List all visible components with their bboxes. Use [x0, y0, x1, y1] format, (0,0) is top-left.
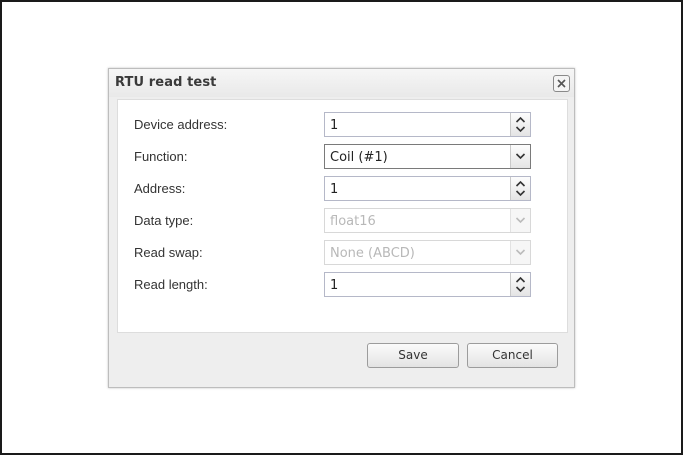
form-panel: Device address: 1 Function: Coil (#1) Ad…	[117, 99, 568, 333]
spinner-arrows-icon	[515, 116, 526, 133]
spinner-trigger[interactable]	[510, 273, 530, 296]
spinner-trigger[interactable]	[510, 177, 530, 200]
read-swap-row: Read swap: None (ABCD)	[118, 240, 567, 266]
read-length-spinner[interactable]: 1	[324, 272, 531, 297]
read-swap-value: None (ABCD)	[330, 246, 415, 261]
data-type-combobox: float16	[324, 208, 531, 233]
address-value: 1	[330, 182, 339, 197]
function-row: Function: Coil (#1)	[118, 144, 567, 170]
device-address-label: Device address:	[134, 117, 228, 132]
chevron-down-icon	[515, 153, 526, 160]
cancel-button[interactable]: Cancel	[467, 343, 558, 368]
save-button[interactable]: Save	[367, 343, 459, 368]
spinner-arrows-icon	[515, 276, 526, 293]
read-length-label: Read length:	[134, 277, 208, 292]
dialog-title: RTU read test	[115, 75, 217, 90]
chevron-down-icon	[515, 249, 526, 256]
dialog-footer: Save Cancel	[109, 333, 574, 386]
data-type-label: Data type:	[134, 213, 194, 228]
dialog-titlebar[interactable]: RTU read test	[109, 69, 574, 97]
read-swap-label: Read swap:	[134, 245, 203, 260]
device-address-spinner[interactable]: 1	[324, 112, 531, 137]
spinner-trigger[interactable]	[510, 113, 530, 136]
function-value: Coil (#1)	[330, 150, 388, 165]
chevron-down-icon	[515, 217, 526, 224]
data-type-value: float16	[330, 214, 376, 229]
address-label: Address:	[134, 181, 186, 196]
dropdown-trigger	[510, 209, 530, 232]
dropdown-trigger	[510, 241, 530, 264]
spinner-arrows-icon	[515, 180, 526, 197]
data-type-row: Data type: float16	[118, 208, 567, 234]
device-address-value: 1	[330, 118, 339, 133]
device-address-row: Device address: 1	[118, 112, 567, 138]
function-label: Function:	[134, 149, 188, 164]
read-length-row: Read length: 1	[118, 272, 567, 298]
address-spinner[interactable]: 1	[324, 176, 531, 201]
read-length-value: 1	[330, 278, 339, 293]
close-button[interactable]	[553, 75, 570, 92]
address-row: Address: 1	[118, 176, 567, 202]
read-swap-combobox: None (ABCD)	[324, 240, 531, 265]
function-combobox[interactable]: Coil (#1)	[324, 144, 531, 169]
close-icon	[557, 79, 566, 88]
rtu-read-test-dialog: RTU read test Device address: 1 Function…	[108, 68, 575, 388]
dropdown-trigger[interactable]	[510, 145, 530, 168]
